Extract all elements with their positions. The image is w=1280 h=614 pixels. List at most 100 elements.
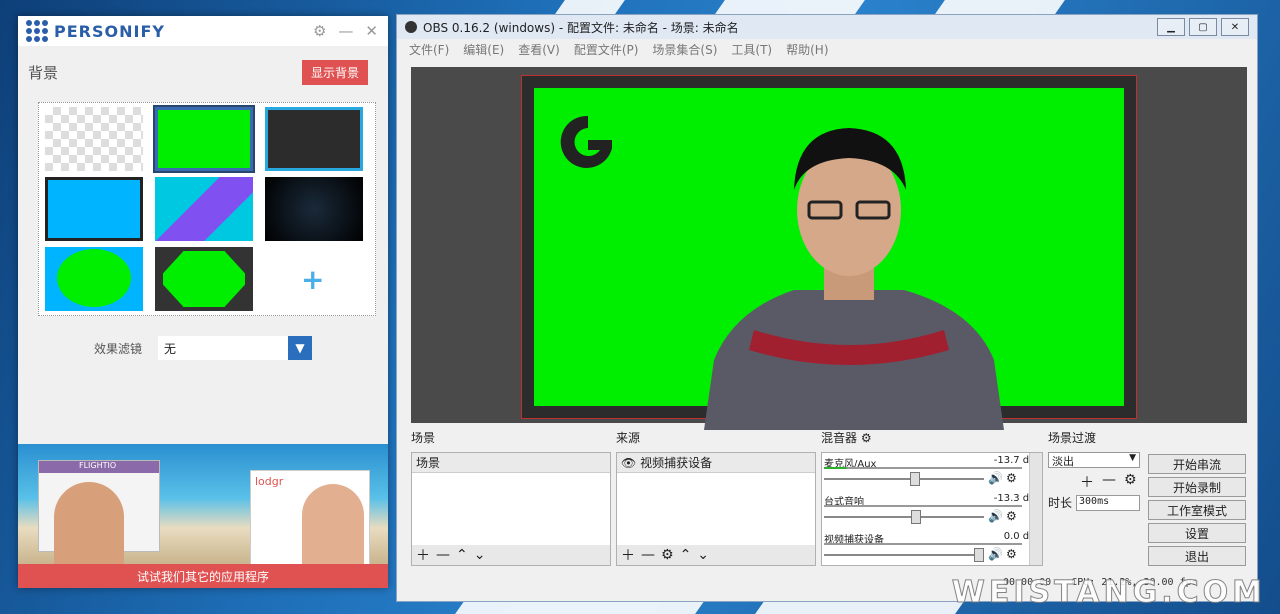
volume-slider[interactable] (824, 478, 984, 480)
background-thumb-dark[interactable] (265, 107, 363, 171)
chevron-down-icon[interactable]: ▼ (1129, 453, 1136, 463)
sources-label: 来源 (616, 431, 641, 445)
gear-icon[interactable]: ⚙ (661, 547, 674, 563)
volume-slider[interactable] (824, 516, 984, 518)
desktop-stripe (715, 0, 865, 14)
promo-label[interactable]: 试试我们其它的应用程序 (18, 564, 388, 588)
volume-meter (824, 505, 1022, 507)
mixer-row-video: 视频捕获设备 0.0 dB 🔊 ⚙ (822, 529, 1042, 567)
personify-brand: PERSONIFY (54, 21, 165, 41)
background-thumb-green-circle[interactable] (45, 247, 143, 311)
mixer-row-desktop: 台式音响 -13.3 dB 🔊 ⚙ (822, 491, 1042, 529)
background-thumb-geometric[interactable] (155, 177, 253, 241)
remove-scene-icon[interactable]: — (436, 547, 450, 563)
background-grid: + (38, 102, 376, 316)
personify-window: PERSONIFY ⚙ — ✕ 背景 显示背景 + 效果滤镜 无 ▼ FLIGH… (18, 16, 388, 588)
sources-list[interactable]: 👁 视频捕获设备 ＋ — ⚙ ⌃ ⌄ (616, 452, 816, 566)
preview-canvas[interactable] (521, 75, 1137, 430)
start-recording-button[interactable]: 开始录制 (1148, 477, 1246, 497)
gear-icon[interactable]: ⚙ (1006, 471, 1017, 485)
remove-source-icon[interactable]: — (641, 547, 655, 563)
gear-icon[interactable]: ⚙ (1124, 472, 1137, 492)
scenes-dock: 场景 场景 ＋ — ⌃ ⌄ (411, 429, 611, 566)
filter-label: 效果滤镜 (94, 341, 143, 356)
personify-titlebar: PERSONIFY ⚙ — ✕ (18, 16, 388, 46)
minimize-icon[interactable]: ▁ (1157, 18, 1185, 36)
move-down-icon[interactable]: ⌄ (697, 547, 709, 563)
speaker-icon[interactable]: 🔊 (988, 471, 1003, 485)
add-scene-icon[interactable]: ＋ (416, 545, 430, 565)
source-name: 视频捕获设备 (640, 456, 713, 470)
volume-meter (824, 467, 1022, 469)
gear-icon[interactable]: ⚙ (1006, 509, 1017, 523)
close-icon[interactable]: ✕ (1221, 18, 1249, 36)
eye-icon[interactable]: 👁 (621, 456, 636, 470)
scene-item[interactable]: 场景 (412, 453, 610, 473)
move-up-icon[interactable]: ⌃ (456, 547, 468, 563)
source-item[interactable]: 👁 视频捕获设备 (617, 453, 815, 473)
volume-knob[interactable] (911, 510, 921, 524)
gear-icon[interactable]: ⚙ (313, 22, 326, 40)
menu-view[interactable]: 查看(V) (518, 41, 560, 58)
background-thumb-blue[interactable] (45, 177, 143, 241)
menu-bar: 文件(F) 编辑(E) 查看(V) 配置文件(P) 场景集合(S) 工具(T) … (397, 39, 1257, 59)
chevron-down-icon[interactable]: ▼ (288, 336, 312, 360)
menu-scene-collection[interactable]: 场景集合(S) (652, 41, 717, 58)
move-up-icon[interactable]: ⌃ (680, 547, 692, 563)
filter-select[interactable]: 无 ▼ (158, 336, 312, 360)
duration-label: 时长 (1048, 496, 1073, 510)
menu-help[interactable]: 帮助(H) (786, 41, 828, 58)
volume-slider[interactable] (824, 554, 984, 556)
background-thumb-green[interactable] (153, 105, 255, 173)
promo-app2-name: lodgr (255, 475, 284, 488)
mixer-dock: 混音器 ⚙ 麦克风/Aux -13.7 dB 🔊 ⚙ 台式音响 -13.3 dB (821, 429, 1043, 566)
menu-tools[interactable]: 工具(T) (731, 41, 772, 58)
obs-title: OBS 0.16.2 (windows) - 配置文件: 未命名 - 场景: 未… (423, 20, 739, 35)
promo-person-woman (302, 484, 364, 564)
menu-profile[interactable]: 配置文件(P) (574, 41, 639, 58)
obs-titlebar: OBS 0.16.2 (windows) - 配置文件: 未命名 - 场景: 未… (397, 15, 1257, 39)
speaker-icon[interactable]: 🔊 (988, 509, 1003, 523)
speaker-icon[interactable]: 🔊 (988, 547, 1003, 561)
section-title: 背景 (28, 64, 59, 82)
green-circle (57, 249, 131, 307)
close-icon[interactable]: ✕ (365, 22, 378, 40)
transition-select[interactable]: 淡出 ▼ (1048, 452, 1140, 468)
scenes-list[interactable]: 场景 ＋ — ⌃ ⌄ (411, 452, 611, 566)
add-background-icon[interactable]: + (301, 263, 324, 296)
gear-icon[interactable]: ⚙ (861, 431, 872, 445)
duration-input[interactable]: 300ms (1076, 494, 1141, 511)
mixer-scrollbar[interactable] (1029, 453, 1042, 565)
mixer-panel: 麦克风/Aux -13.7 dB 🔊 ⚙ 台式音响 -13.3 dB 🔊 ⚙ 视… (821, 452, 1043, 566)
settings-button[interactable]: 设置 (1148, 523, 1246, 543)
transition-value: 淡出 (1052, 455, 1074, 468)
volume-knob[interactable] (974, 548, 984, 562)
desktop-stripe (455, 600, 705, 614)
minimize-icon[interactable]: — (338, 22, 353, 40)
background-thumb-rays[interactable] (265, 177, 363, 241)
background-thumb-green-octagon[interactable] (155, 247, 253, 311)
obs-logo-icon (405, 21, 417, 33)
remove-transition-icon[interactable]: — (1102, 472, 1116, 492)
menu-edit[interactable]: 编辑(E) (463, 41, 504, 58)
exit-button[interactable]: 退出 (1148, 546, 1246, 566)
scenes-label: 场景 (411, 431, 436, 445)
watermark: WEISTANG.COM (951, 575, 1266, 611)
gear-icon[interactable]: ⚙ (1006, 547, 1017, 561)
add-source-icon[interactable]: ＋ (621, 545, 635, 565)
preview-area[interactable] (411, 67, 1247, 430)
sources-dock: 来源 👁 视频捕获设备 ＋ — ⚙ ⌃ ⌄ (616, 429, 816, 566)
background-thumb-transparent[interactable] (45, 107, 143, 171)
app-promo-banner[interactable]: FLIGHTIO lodgr (18, 444, 388, 564)
add-transition-icon[interactable]: ＋ (1080, 472, 1094, 492)
logitech-g-icon (560, 115, 612, 168)
studio-mode-button[interactable]: 工作室模式 (1148, 500, 1246, 520)
personify-logo-icon (26, 20, 48, 42)
show-background-button[interactable]: 显示背景 (301, 60, 368, 85)
menu-file[interactable]: 文件(F) (409, 41, 449, 58)
move-down-icon[interactable]: ⌄ (474, 547, 486, 563)
desktop-stripe (755, 600, 965, 614)
start-streaming-button[interactable]: 开始串流 (1148, 454, 1246, 474)
maximize-icon[interactable]: ▢ (1189, 18, 1217, 36)
volume-knob[interactable] (910, 472, 920, 486)
